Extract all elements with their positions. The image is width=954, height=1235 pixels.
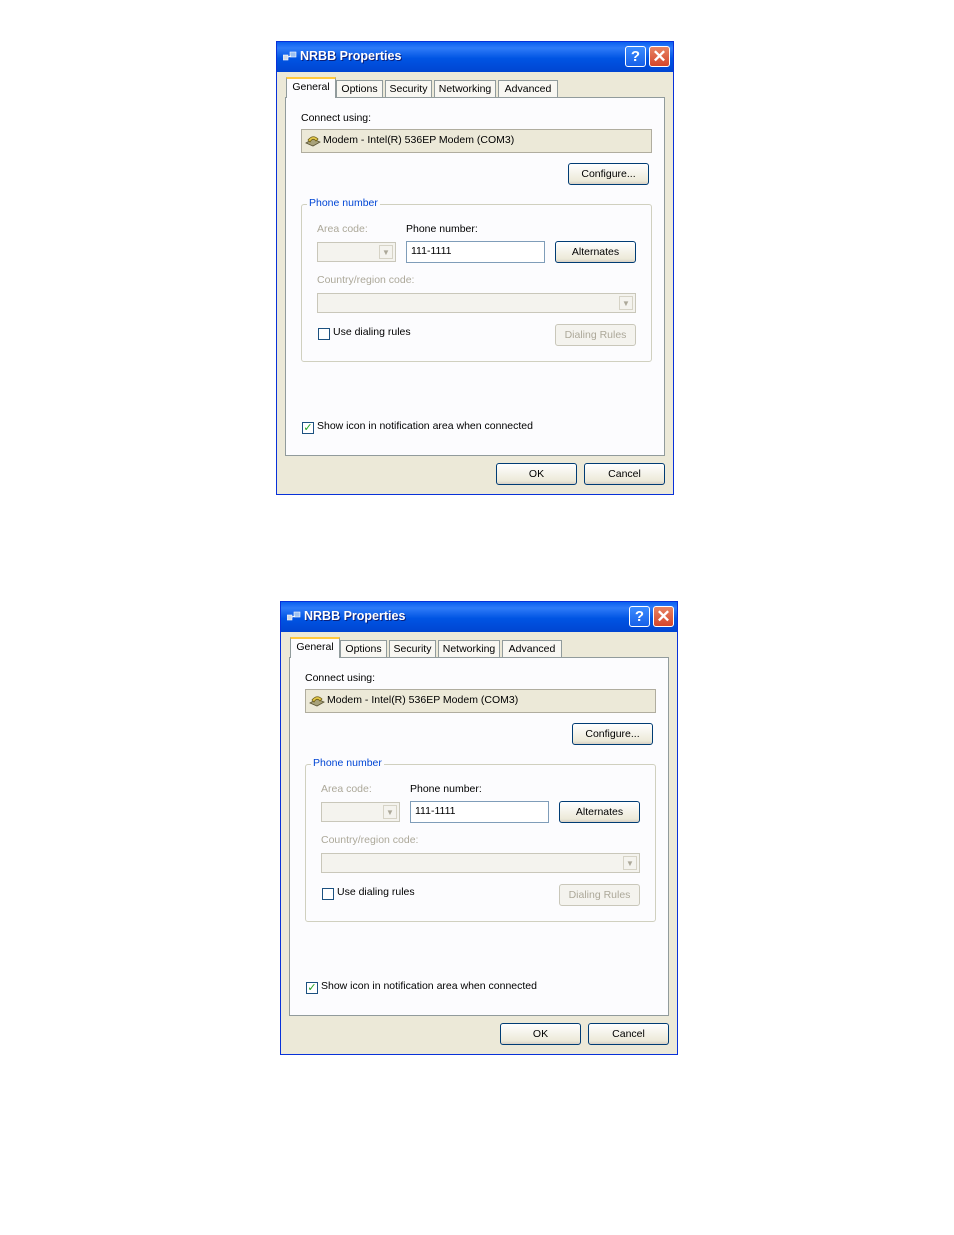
properties-dialog: NRBB Properties ? ✕ General Options Secu… (276, 41, 674, 495)
country-region-label: Country/region code: (321, 834, 419, 846)
window-title: NRBB Properties (300, 49, 402, 63)
chevron-down-icon: ▼ (379, 245, 393, 259)
area-code-label: Area code: (321, 783, 372, 795)
connect-using-label: Connect using: (301, 112, 372, 124)
device-name: Modem - Intel(R) 536EP Modem (COM3) (323, 134, 515, 146)
tab-security[interactable]: Security (389, 640, 436, 657)
area-code-label: Area code: (317, 223, 368, 235)
properties-dialog: NRBB Properties ? ✕ General Options Secu… (280, 601, 678, 1055)
dialing-rules-button[interactable]: Dialing Rules (555, 324, 636, 346)
chevron-down-icon: ▼ (383, 805, 397, 819)
help-button[interactable]: ? (629, 606, 650, 627)
configure-button[interactable]: Configure... (568, 163, 649, 185)
window-title: NRBB Properties (304, 609, 406, 623)
tab-options[interactable]: Options (336, 80, 383, 97)
close-button[interactable]: ✕ (649, 46, 670, 67)
use-dialing-rules-label: Use dialing rules (333, 326, 411, 338)
cancel-button[interactable]: Cancel (588, 1023, 669, 1045)
area-code-select[interactable]: ▼ (317, 242, 396, 262)
general-tab-panel: Connect using: Modem - Intel(R) 536EP Mo… (285, 97, 665, 456)
phone-number-label: Phone number: (406, 223, 478, 235)
phone-number-input[interactable]: 111-1111 (410, 801, 549, 823)
phone-number-label: Phone number: (410, 783, 482, 795)
show-icon-checkbox[interactable]: ✓ (302, 422, 314, 434)
modem-icon (305, 136, 321, 147)
show-icon-checkbox[interactable]: ✓ (306, 982, 318, 994)
network-connection-icon (287, 611, 301, 621)
alternates-button[interactable]: Alternates (559, 801, 640, 823)
title-bar[interactable]: NRBB Properties ? ✕ (277, 42, 673, 72)
cancel-button[interactable]: Cancel (584, 463, 665, 485)
modem-icon (309, 696, 325, 707)
chevron-down-icon: ▼ (623, 856, 637, 870)
tab-networking[interactable]: Networking (438, 640, 500, 657)
country-region-select[interactable]: ▼ (317, 293, 636, 313)
area-code-select[interactable]: ▼ (321, 802, 400, 822)
close-button[interactable]: ✕ (653, 606, 674, 627)
use-dialing-rules-checkbox[interactable] (318, 328, 330, 340)
use-dialing-rules-checkbox[interactable] (322, 888, 334, 900)
tab-security[interactable]: Security (385, 80, 432, 97)
show-icon-label: Show icon in notification area when conn… (317, 420, 533, 432)
use-dialing-rules-label: Use dialing rules (337, 886, 415, 898)
general-tab-panel: Connect using: Modem - Intel(R) 536EP Mo… (289, 657, 669, 1016)
tab-advanced[interactable]: Advanced (502, 640, 562, 657)
device-list[interactable]: Modem - Intel(R) 536EP Modem (COM3) (305, 689, 656, 713)
phone-number-input[interactable]: 111-1111 (406, 241, 545, 263)
network-connection-icon (283, 51, 297, 61)
country-region-label: Country/region code: (317, 274, 415, 286)
country-region-select[interactable]: ▼ (321, 853, 640, 873)
connect-using-label: Connect using: (305, 672, 376, 684)
phone-group-title: Phone number (311, 757, 384, 769)
phone-number-group: Phone number Area code: Phone number: ▼ … (305, 757, 656, 922)
phone-number-group: Phone number Area code: Phone number: ▼ … (301, 197, 652, 362)
title-bar[interactable]: NRBB Properties ? ✕ (281, 602, 677, 632)
chevron-down-icon: ▼ (619, 296, 633, 310)
configure-button[interactable]: Configure... (572, 723, 653, 745)
tab-advanced[interactable]: Advanced (498, 80, 558, 97)
tab-networking[interactable]: Networking (434, 80, 496, 97)
alternates-button[interactable]: Alternates (555, 241, 636, 263)
help-button[interactable]: ? (625, 46, 646, 67)
show-icon-label: Show icon in notification area when conn… (321, 980, 537, 992)
tab-options[interactable]: Options (340, 640, 387, 657)
device-name: Modem - Intel(R) 536EP Modem (COM3) (327, 694, 519, 706)
phone-group-title: Phone number (307, 197, 380, 209)
dialing-rules-button[interactable]: Dialing Rules (559, 884, 640, 906)
device-list[interactable]: Modem - Intel(R) 536EP Modem (COM3) (301, 129, 652, 153)
ok-button[interactable]: OK (496, 463, 577, 485)
ok-button[interactable]: OK (500, 1023, 581, 1045)
tab-general[interactable]: General (290, 637, 340, 658)
tab-general[interactable]: General (286, 77, 336, 98)
